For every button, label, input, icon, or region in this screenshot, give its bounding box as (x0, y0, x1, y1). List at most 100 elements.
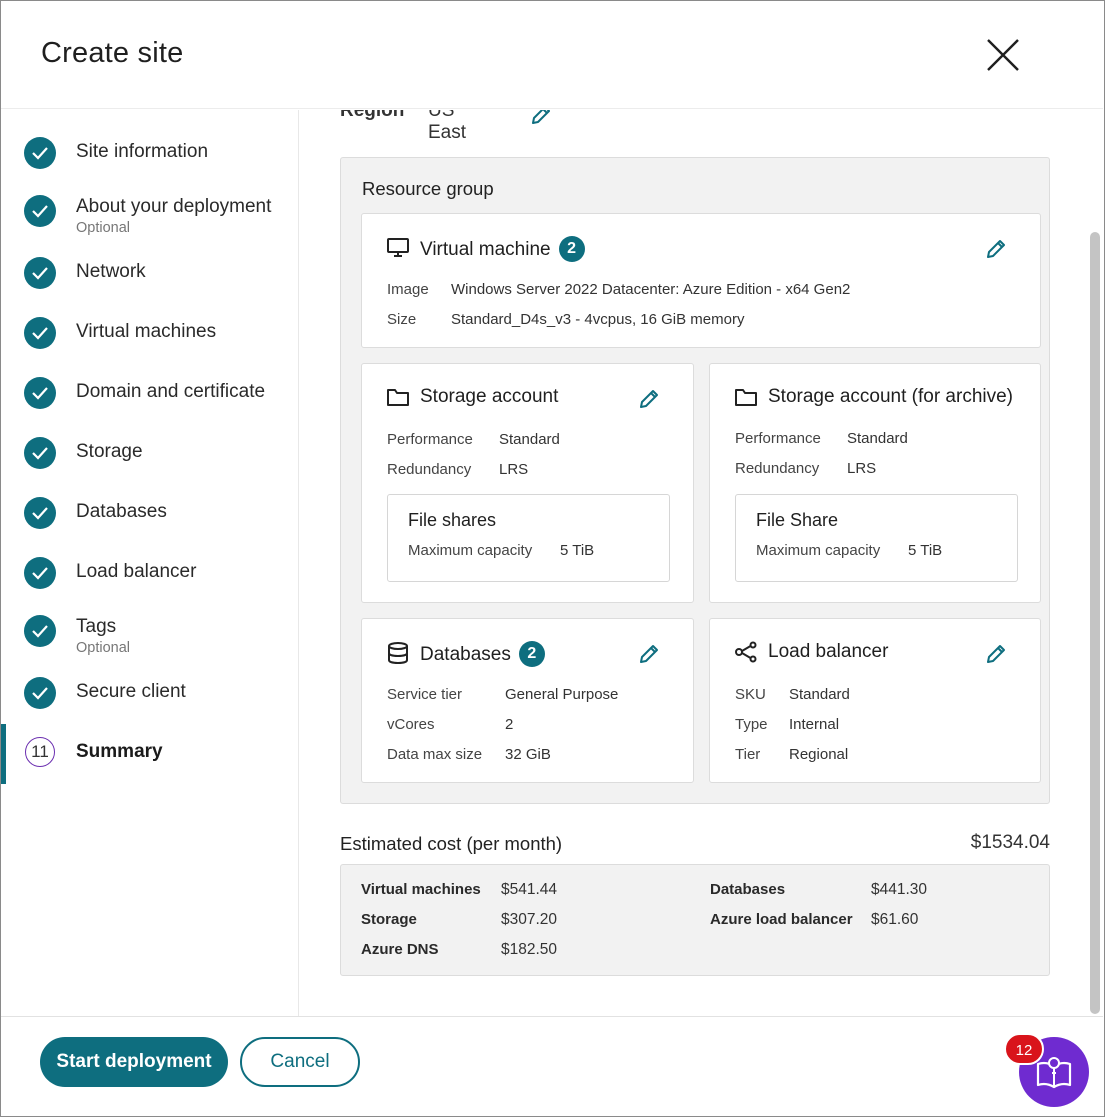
step-secure-client[interactable]: Secure client (1, 677, 299, 733)
cancel-button[interactable]: Cancel (240, 1037, 360, 1087)
capacity-label: Maximum capacity (756, 542, 881, 559)
cost-storage-label: Storage (361, 911, 417, 928)
performance-value: Standard (847, 430, 908, 447)
file-shares-box: File shares Maximum capacity 5 TiB (387, 494, 670, 582)
cost-vm-label: Virtual machines (361, 881, 481, 898)
capacity-label: Maximum capacity (408, 542, 533, 559)
scrollbar-thumb[interactable] (1090, 232, 1100, 1014)
check-icon (24, 497, 56, 529)
step-label: Summary (76, 741, 163, 762)
step-virtual-machines[interactable]: Virtual machines (1, 317, 299, 373)
region-label: Region (340, 110, 405, 121)
cost-lb-label: Azure load balancer (710, 911, 853, 928)
step-tags[interactable]: Tags Optional (1, 612, 299, 668)
cost-lb-value: $61.60 (871, 911, 919, 928)
step-label: Load balancer (76, 561, 197, 582)
size-label: Size (387, 311, 417, 328)
databases-card: Databases 2 Service tier General Purpose … (361, 618, 694, 783)
edit-pencil-icon[interactable] (638, 643, 660, 670)
type-label: Type (735, 716, 768, 733)
estimated-cost-label: Estimated cost (per month) (340, 833, 563, 854)
storage-archive-card: Storage account (for archive) Performanc… (709, 363, 1041, 603)
sub-title: File shares (408, 510, 497, 530)
service-tier-value: General Purpose (505, 686, 619, 703)
start-deployment-button[interactable]: Start deployment (40, 1037, 228, 1087)
virtual-machine-card: Virtual machine 2 Image Windows Server 20… (361, 213, 1041, 348)
count-badge: 2 (518, 641, 545, 667)
share-nodes-icon (734, 641, 758, 668)
storage-account-card: Storage account Performance Standard Red… (361, 363, 694, 603)
step-domain-and-certificate[interactable]: Domain and certificate (1, 377, 299, 433)
vcores-label: vCores (387, 716, 435, 733)
load-balancer-card: Load balancer SKU Standard Type Internal… (709, 618, 1041, 783)
database-icon (386, 641, 410, 670)
step-optional-label: Optional (76, 640, 131, 656)
step-label: Databases (76, 501, 167, 522)
step-network[interactable]: Network (1, 257, 299, 313)
max-size-label: Data max size (387, 746, 483, 763)
capacity-value: 5 TiB (560, 542, 595, 559)
step-load-balancer[interactable]: Load balancer (1, 557, 299, 613)
cost-dns-label: Azure DNS (361, 941, 439, 958)
region-value: US East (428, 110, 467, 143)
file-share-box: File Share Maximum capacity 5 TiB (735, 494, 1018, 582)
step-label: About your deployment (76, 196, 272, 217)
step-storage[interactable]: Storage (1, 437, 299, 493)
max-size-value: 32 GiB (505, 746, 551, 763)
cost-db-label: Databases (710, 881, 786, 898)
step-label: Storage (76, 441, 143, 462)
cost-db-value: $441.30 (871, 881, 928, 898)
cost-storage-value: $307.20 (501, 911, 558, 928)
redundancy-value: LRS (499, 461, 529, 478)
step-label: Domain and certificate (76, 381, 266, 402)
check-icon (24, 257, 56, 289)
step-label: Site information (76, 141, 209, 162)
performance-label: Performance (735, 430, 821, 447)
close-icon[interactable] (983, 35, 1023, 75)
redundancy-label: Redundancy (387, 461, 472, 478)
step-optional-label: Optional (76, 220, 131, 236)
capacity-value: 5 TiB (908, 542, 943, 559)
step-label: Virtual machines (76, 321, 217, 342)
step-databases[interactable]: Databases (1, 497, 299, 553)
tier-value: Regional (789, 746, 849, 763)
cost-breakdown: Virtual machines $541.44 Storage $307.20… (340, 864, 1050, 976)
check-icon (24, 317, 56, 349)
card-title: Storage account (for archive) (768, 386, 1014, 407)
dialog-title: Create site (41, 37, 184, 69)
folder-icon (734, 386, 758, 413)
resource-group-title: Resource group (362, 178, 494, 199)
step-label: Tags (76, 616, 117, 637)
step-number: 11 (25, 737, 55, 767)
edit-pencil-icon[interactable] (985, 238, 1007, 265)
card-title: Databases 2 (420, 641, 545, 667)
folder-icon (386, 386, 410, 413)
edit-pencil-icon[interactable] (530, 110, 552, 132)
dialog-footer: Start deployment Cancel 12 (1, 1016, 1103, 1116)
step-summary[interactable]: 11 Summary (1, 737, 299, 793)
check-icon (24, 615, 56, 647)
check-icon (24, 377, 56, 409)
step-label: Network (76, 261, 146, 282)
check-icon (24, 677, 56, 709)
check-icon (24, 137, 56, 169)
image-label: Image (387, 281, 429, 298)
redundancy-label: Redundancy (735, 460, 820, 477)
card-title: Load balancer (768, 641, 889, 662)
summary-panel: Region US East Resource group Virtual ma… (300, 110, 1085, 1016)
step-label: Secure client (76, 681, 186, 702)
step-about-your-deployment[interactable]: About your deployment Optional (1, 192, 299, 248)
performance-label: Performance (387, 431, 473, 448)
redundancy-value: LRS (847, 460, 877, 477)
card-title: Storage account (420, 386, 559, 407)
edit-pencil-icon[interactable] (985, 643, 1007, 670)
size-value: Standard_D4s_v3 - 4vcpus, 16 GiB memory (451, 311, 745, 328)
edit-pencil-icon[interactable] (638, 388, 660, 415)
sku-value: Standard (789, 686, 850, 703)
dialog-header: Create site (1, 1, 1103, 109)
service-tier-label: Service tier (387, 686, 463, 703)
notification-badge: 12 (1004, 1033, 1044, 1065)
step-site-information[interactable]: Site information (1, 137, 299, 193)
check-icon (24, 557, 56, 589)
cost-vm-value: $541.44 (501, 881, 558, 898)
